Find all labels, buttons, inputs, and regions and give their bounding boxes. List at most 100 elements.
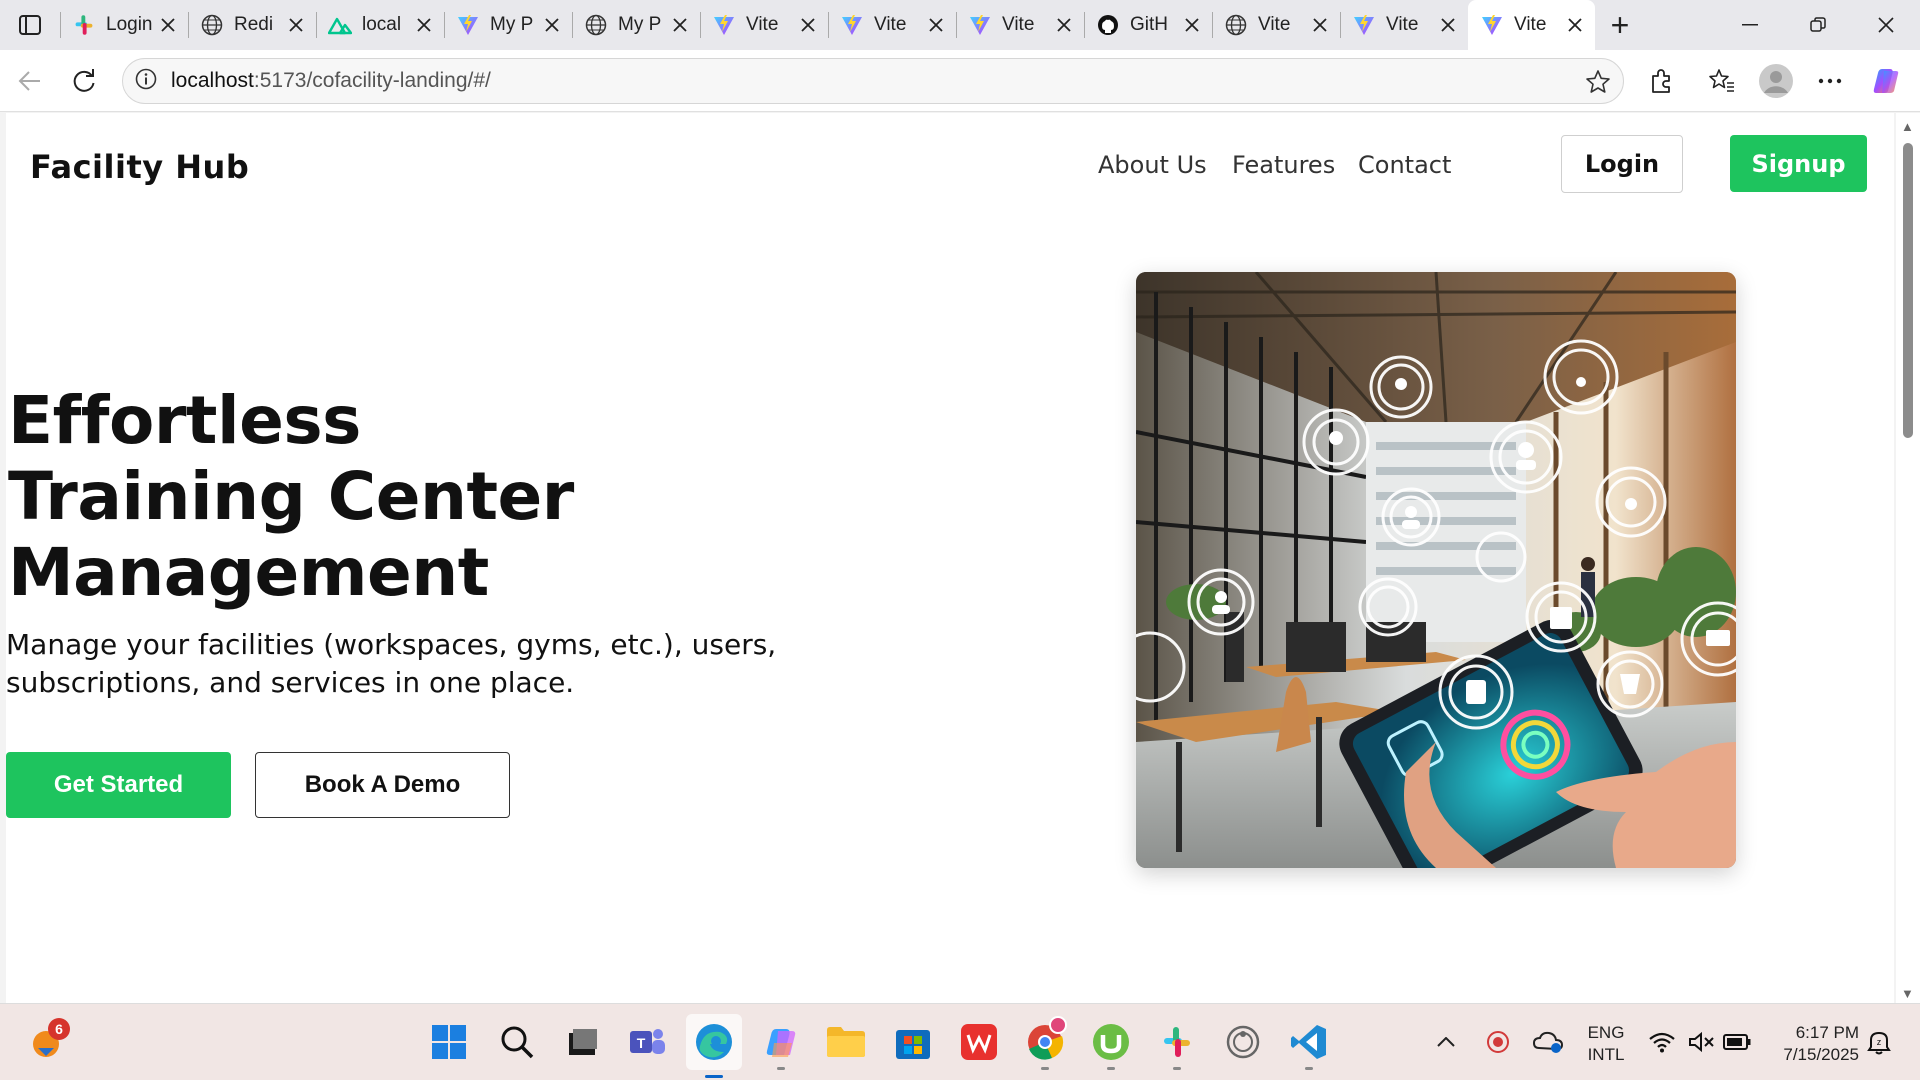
browser-tab-label: Login bbox=[106, 14, 153, 35]
browser-tab-label: Vite bbox=[874, 14, 907, 35]
close-tab-icon[interactable] bbox=[798, 15, 818, 35]
tray-record-icon[interactable] bbox=[1483, 1022, 1513, 1062]
signup-button[interactable]: Signup bbox=[1730, 135, 1867, 192]
edge-browser-icon[interactable] bbox=[686, 1014, 742, 1078]
scroll-up-icon[interactable]: ▲ bbox=[1901, 119, 1914, 134]
utorrent-running-indicator bbox=[1107, 1067, 1115, 1070]
nav-features[interactable]: Features bbox=[1232, 151, 1335, 179]
back-icon[interactable] bbox=[8, 59, 52, 103]
browser-tab[interactable]: Vite bbox=[700, 0, 828, 50]
url-host: localhost bbox=[171, 69, 254, 92]
address-bar[interactable]: localhost:5173/cofacility-landing/#/ bbox=[122, 58, 1624, 104]
browser-tab[interactable]: My P bbox=[444, 0, 572, 50]
brand-logo-text[interactable]: Facility Hub bbox=[30, 148, 249, 186]
browser-tab-label: local bbox=[362, 14, 402, 35]
teams-icon[interactable]: T bbox=[628, 1022, 668, 1062]
browser-tab[interactable]: Redi bbox=[188, 0, 316, 50]
close-tab-icon[interactable] bbox=[1310, 15, 1330, 35]
url-text[interactable]: localhost:5173/cofacility-landing/#/ bbox=[171, 69, 491, 93]
close-tab-icon[interactable] bbox=[1438, 15, 1458, 35]
wifi-icon[interactable] bbox=[1647, 1022, 1677, 1062]
scrollbar-thumb[interactable] bbox=[1903, 143, 1913, 438]
login-button[interactable]: Login bbox=[1561, 135, 1683, 193]
close-tab-icon[interactable] bbox=[158, 15, 178, 35]
favorites-icon[interactable] bbox=[1700, 59, 1744, 103]
extensions-icon[interactable] bbox=[1639, 59, 1683, 103]
browser-tab[interactable]: Vite bbox=[1468, 0, 1595, 50]
search-icon[interactable] bbox=[497, 1022, 537, 1062]
battery-icon[interactable] bbox=[1721, 1022, 1753, 1062]
hero-title-line-2: Training Center bbox=[8, 458, 574, 535]
copilot-icon[interactable] bbox=[1864, 59, 1908, 103]
start-menu-icon[interactable] bbox=[429, 1022, 469, 1062]
page-scrollbar[interactable]: ▲ ▼ bbox=[1896, 113, 1920, 1003]
chevron-up-icon[interactable] bbox=[1434, 1022, 1458, 1062]
task-view-icon[interactable] bbox=[563, 1022, 603, 1062]
notification-badge: 6 bbox=[48, 1018, 70, 1040]
onedrive-status-icon[interactable] bbox=[1531, 1022, 1565, 1062]
browser-tab[interactable]: GitH bbox=[1084, 0, 1212, 50]
input-language[interactable]: ENG INTL bbox=[1586, 1022, 1626, 1066]
close-tab-icon[interactable] bbox=[670, 15, 690, 35]
browser-tab[interactable]: Vite bbox=[956, 0, 1084, 50]
more-menu-icon[interactable] bbox=[1808, 59, 1852, 103]
favorite-star-icon[interactable] bbox=[1585, 69, 1611, 100]
close-tab-icon[interactable] bbox=[1182, 15, 1202, 35]
close-tab-icon[interactable] bbox=[542, 15, 562, 35]
obs-app-icon[interactable] bbox=[1223, 1022, 1263, 1062]
close-tab-icon[interactable] bbox=[414, 15, 434, 35]
vite-icon bbox=[1352, 13, 1376, 37]
chrome-running-indicator bbox=[1041, 1067, 1049, 1070]
browser-tab-label: My P bbox=[618, 14, 662, 35]
volume-muted-icon[interactable] bbox=[1686, 1022, 1716, 1062]
close-tab-icon[interactable] bbox=[1565, 15, 1585, 35]
edge-active-indicator bbox=[705, 1075, 723, 1078]
keyboard-layout: INTL bbox=[1587, 1045, 1625, 1064]
close-window-icon[interactable] bbox=[1852, 0, 1920, 50]
nav-about-us[interactable]: About Us bbox=[1098, 151, 1207, 179]
browser-tab[interactable]: My P bbox=[572, 0, 700, 50]
close-tab-icon[interactable] bbox=[286, 15, 306, 35]
close-tab-icon[interactable] bbox=[1054, 15, 1074, 35]
browser-tab-label: Vite bbox=[1514, 14, 1547, 35]
file-explorer-icon[interactable] bbox=[826, 1022, 866, 1062]
restore-icon[interactable] bbox=[1784, 0, 1852, 50]
browser-tab-label: Vite bbox=[1002, 14, 1035, 35]
site-info-icon[interactable] bbox=[135, 68, 157, 95]
globe-icon bbox=[200, 13, 224, 37]
browser-toolbar: localhost:5173/cofacility-landing/#/ bbox=[0, 50, 1920, 112]
new-tab-button[interactable]: + bbox=[1595, 0, 1645, 50]
vscode-running-indicator bbox=[1305, 1067, 1313, 1070]
browser-tab[interactable]: Login bbox=[60, 0, 188, 50]
vite-icon bbox=[456, 13, 480, 37]
chrome-icon[interactable] bbox=[1025, 1016, 1067, 1070]
browser-tab-label: Vite bbox=[1386, 14, 1419, 35]
utorrent-icon[interactable] bbox=[1091, 1022, 1131, 1070]
vscode-icon[interactable] bbox=[1289, 1022, 1329, 1070]
hero-title-line-1: Effortless bbox=[8, 382, 361, 459]
browser-tab-label: GitH bbox=[1130, 14, 1168, 35]
github-icon bbox=[1096, 13, 1120, 37]
browser-tab[interactable]: local bbox=[316, 0, 444, 50]
clock[interactable]: 6:17 PM 7/15/2025 bbox=[1763, 1022, 1859, 1066]
microsoft-store-icon[interactable] bbox=[893, 1022, 933, 1062]
weather-widget-icon[interactable]: 6 bbox=[28, 1018, 70, 1062]
notification-center-icon[interactable]: z bbox=[1864, 1022, 1894, 1062]
browser-tab-strip: Login Redi local My P My P Vite Vite Vite GitH Vi… bbox=[0, 0, 1920, 50]
get-started-button[interactable]: Get Started bbox=[6, 752, 231, 818]
close-tab-icon[interactable] bbox=[926, 15, 946, 35]
browser-tab[interactable]: Vite bbox=[1340, 0, 1468, 50]
wps-office-icon[interactable] bbox=[959, 1022, 999, 1062]
minimize-icon[interactable] bbox=[1716, 0, 1784, 50]
browser-tab[interactable]: Vite bbox=[1212, 0, 1340, 50]
copilot-app-icon[interactable] bbox=[761, 1022, 801, 1070]
refresh-icon[interactable] bbox=[62, 59, 106, 103]
tab-actions-icon[interactable] bbox=[0, 0, 60, 50]
scroll-down-icon[interactable]: ▼ bbox=[1901, 986, 1914, 1001]
profile-avatar-icon[interactable] bbox=[1754, 59, 1798, 103]
browser-tab[interactable]: Vite bbox=[828, 0, 956, 50]
book-demo-button[interactable]: Book A Demo bbox=[255, 752, 510, 818]
nav-contact[interactable]: Contact bbox=[1358, 151, 1451, 179]
slack-icon[interactable] bbox=[1157, 1022, 1197, 1070]
globe-icon bbox=[584, 13, 608, 37]
